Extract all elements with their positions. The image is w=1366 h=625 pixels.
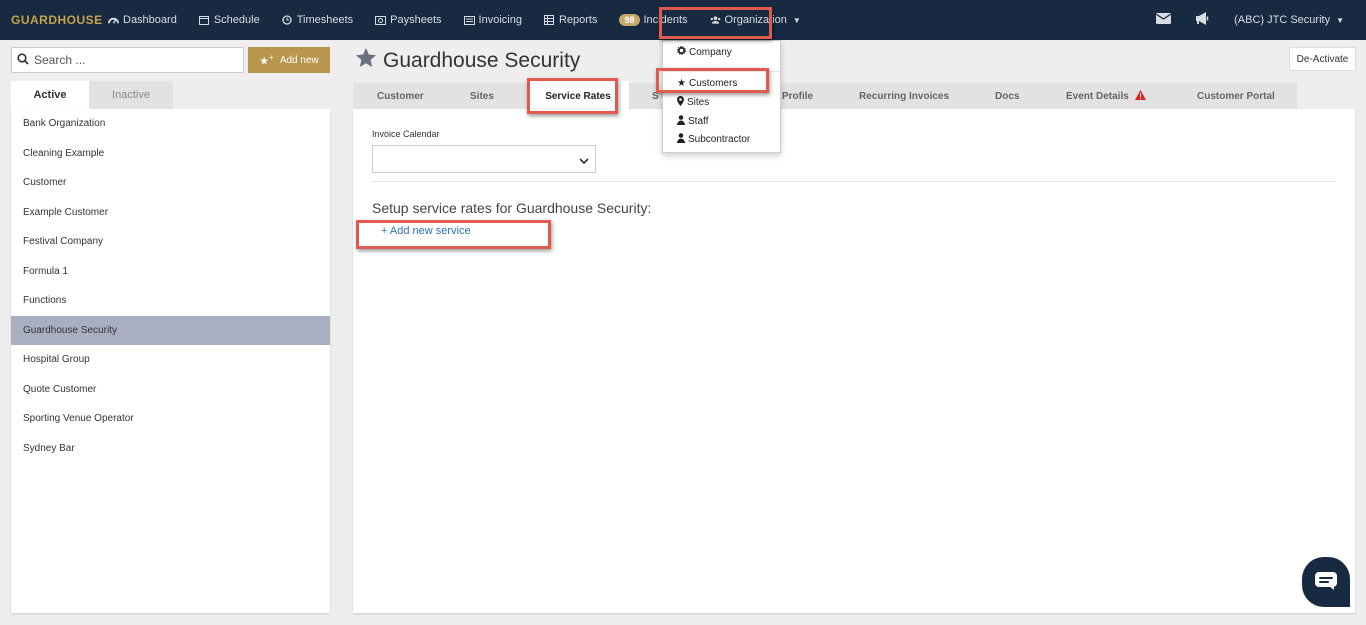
organization-dropdown: Company ★ Customers Sites Staff Subcontr… — [662, 40, 781, 153]
list-item[interactable]: Functions — [11, 286, 330, 316]
chat-widget-button[interactable] — [1302, 557, 1350, 607]
list-item[interactable]: Hospital Group — [11, 345, 330, 375]
nav-paysheets-label: Paysheets — [390, 14, 442, 26]
list-item[interactable]: Formula 1 — [11, 257, 330, 287]
nav-invoicing[interactable]: Invoicing — [453, 0, 533, 40]
tab-customer[interactable]: Customer — [377, 83, 424, 109]
menu-item-staff[interactable]: Staff — [677, 115, 708, 128]
calendar-icon — [199, 15, 210, 26]
tab-active[interactable]: Active — [11, 81, 89, 109]
add-new-label: Add new — [279, 54, 319, 66]
menu-item-company[interactable]: Company — [677, 46, 732, 58]
tab-inactive[interactable]: Inactive — [89, 81, 173, 109]
table-icon — [544, 15, 555, 26]
tab-partially-hidden[interactable]: S — [652, 83, 659, 109]
brand-logo[interactable]: GUARDHOUSE — [11, 13, 102, 27]
nav-incidents-label: Incidents — [643, 14, 688, 26]
setup-heading: Setup service rates for Guardhouse Secur… — [372, 200, 652, 216]
nav-organization-label: Organization — [724, 14, 787, 26]
menu-item-company-label: Company — [689, 46, 732, 58]
menu-item-customers[interactable]: ★ Customers — [677, 78, 737, 89]
menu-item-sites-label: Sites — [687, 97, 710, 108]
customer-tabs: Customer Sites Service Rates S Profile R… — [353, 81, 1297, 111]
tab-recurring-invoices[interactable]: Recurring Invoices — [859, 83, 949, 109]
menu-item-staff-label: Staff — [688, 116, 709, 127]
nav-schedule[interactable]: Schedule — [188, 0, 271, 40]
tab-customer-portal[interactable]: Customer Portal — [1197, 83, 1275, 109]
nav-account-menu[interactable]: (ABC) JTC Security ▼ — [1222, 0, 1366, 40]
nav-paysheets[interactable]: Paysheets — [364, 0, 452, 40]
menu-item-subcontractor[interactable]: Subcontractor — [677, 133, 750, 146]
nav-schedule-label: Schedule — [213, 14, 260, 26]
page-title: Guardhouse Security — [356, 48, 580, 73]
nav-timesheets[interactable]: Timesheets — [271, 0, 364, 40]
nav-organization[interactable]: Organization ▼ — [699, 0, 812, 40]
nav-dashboard[interactable]: Dashboard — [97, 0, 188, 40]
list-item[interactable]: Bank Organization — [11, 109, 330, 139]
deactivate-button[interactable]: De-Activate — [1289, 47, 1356, 71]
list-item[interactable]: Cleaning Example — [11, 139, 330, 169]
users-icon — [710, 15, 721, 26]
list-item-selected[interactable]: Guardhouse Security — [11, 315, 330, 345]
map-marker-icon — [677, 96, 684, 109]
tab-event-details[interactable]: Event Details — [1066, 83, 1146, 109]
user-icon — [677, 133, 685, 146]
chevron-down-icon — [579, 154, 589, 168]
tab-docs[interactable]: Docs — [995, 83, 1019, 109]
list-item[interactable]: Sporting Venue Operator — [11, 404, 330, 434]
chevron-down-icon: ▼ — [1336, 15, 1344, 25]
nav-announcements[interactable] — [1183, 0, 1222, 40]
bullhorn-icon — [1195, 12, 1210, 28]
chevron-down-icon: ▼ — [792, 15, 801, 25]
search-icon — [17, 52, 29, 68]
list-item[interactable]: Sydney Bar — [11, 434, 330, 464]
account-name: (ABC) JTC Security — [1234, 14, 1331, 26]
list-item[interactable]: Customer — [11, 168, 330, 198]
nav-reports-label: Reports — [558, 14, 598, 26]
add-new-service-link[interactable]: + Add new service — [381, 225, 471, 237]
chat-icon — [1315, 571, 1337, 593]
menu-item-sites[interactable]: Sites — [677, 96, 709, 109]
list-item[interactable]: Example Customer — [11, 198, 330, 228]
divider — [372, 181, 1336, 182]
star-icon — [356, 48, 376, 73]
nav-invoicing-label: Invoicing — [478, 14, 522, 26]
customer-list: Bank Organization Cleaning Example Custo… — [11, 109, 330, 613]
clock-icon — [282, 15, 293, 26]
tab-sites[interactable]: Sites — [470, 83, 494, 109]
star-plus-icon: ★+ — [259, 52, 274, 68]
money-icon — [375, 15, 387, 26]
tab-service-rates[interactable]: Service Rates — [527, 81, 629, 111]
nav-dashboard-label: Dashboard — [123, 14, 177, 26]
menu-item-subcontractor-label: Subcontractor — [688, 134, 751, 145]
list-item[interactable]: Quote Customer — [11, 375, 330, 405]
nav-incidents[interactable]: 98 Incidents — [608, 0, 698, 40]
envelope-icon — [1155, 13, 1172, 27]
nav-reports[interactable]: Reports — [533, 0, 609, 40]
tab-profile[interactable]: Profile — [782, 83, 813, 109]
user-icon — [677, 115, 685, 128]
page-title-text: Guardhouse Security — [383, 48, 581, 72]
add-new-button[interactable]: ★+ Add new — [248, 47, 330, 73]
top-navbar: GUARDHOUSE Dashboard Schedule Timesheets… — [0, 0, 1366, 40]
list-item[interactable]: Festival Company — [11, 227, 330, 257]
invoice-icon — [463, 15, 475, 26]
menu-divider — [663, 71, 780, 72]
invoice-calendar-label: Invoice Calendar — [372, 129, 440, 139]
tab-event-details-label: Event Details — [1066, 90, 1129, 102]
search-box[interactable] — [11, 47, 244, 73]
nav-timesheets-label: Timesheets — [296, 14, 354, 26]
dashboard-icon — [108, 15, 119, 26]
nav-right-group: (ABC) JTC Security ▼ — [1144, 0, 1366, 40]
incidents-count-badge: 98 — [619, 14, 640, 26]
warning-icon — [1134, 89, 1146, 103]
invoice-calendar-select[interactable] — [372, 145, 596, 173]
nav-messages[interactable] — [1144, 0, 1183, 40]
search-input[interactable] — [34, 53, 234, 67]
star-icon: ★ — [677, 78, 686, 89]
service-rates-panel: Invoice Calendar Setup service rates for… — [353, 109, 1355, 613]
status-tabs: Active Inactive — [11, 81, 173, 109]
gear-icon — [677, 46, 686, 58]
menu-item-customers-label: Customers — [688, 78, 738, 89]
